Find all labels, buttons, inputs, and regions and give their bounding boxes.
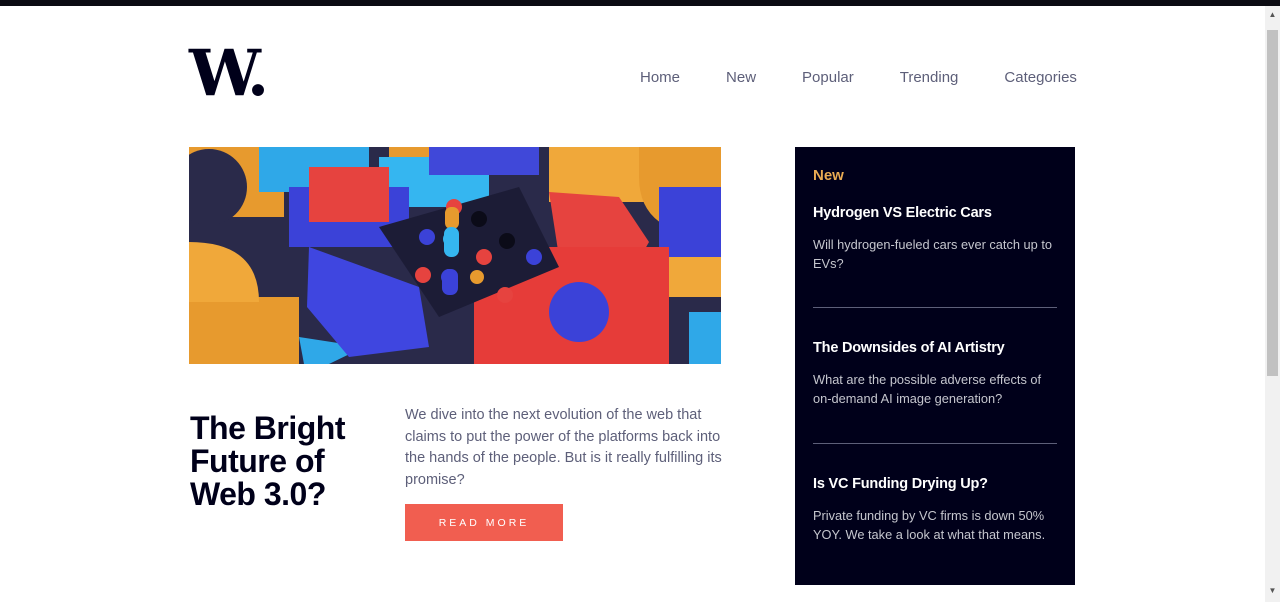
hero-image <box>189 147 721 364</box>
article-divider <box>813 443 1057 444</box>
read-more-button[interactable]: READ MORE <box>405 504 563 541</box>
article-summary: What are the possible adverse effects of… <box>813 372 1042 406</box>
nav-item-new[interactable]: New <box>726 69 756 86</box>
nav-item-trending[interactable]: Trending <box>900 69 959 86</box>
browser-top-edge <box>0 0 1280 6</box>
article-title[interactable]: Hydrogen VS Electric Cars <box>813 205 1057 221</box>
nav-item-popular[interactable]: Popular <box>802 69 854 86</box>
article-summary: Private funding by VC firms is down 50% … <box>813 508 1046 542</box>
site-logo[interactable]: W. <box>189 42 269 106</box>
scroll-down-arrow-icon[interactable]: ▼ <box>1265 584 1280 598</box>
article-title[interactable]: The Downsides of AI Artistry <box>813 340 1057 356</box>
article-divider <box>813 307 1057 308</box>
nav-item-home[interactable]: Home <box>640 69 680 86</box>
sidebar-article[interactable]: The Downsides of AI Artistry What are th… <box>813 340 1057 408</box>
new-articles-sidebar: New Hydrogen VS Electric Cars Will hydro… <box>795 147 1075 585</box>
sidebar-article[interactable]: Is VC Funding Drying Up? Private funding… <box>813 476 1057 544</box>
hero-summary: We dive into the next evolution of the w… <box>405 407 722 488</box>
sidebar-title: New <box>813 167 844 184</box>
sidebar-article[interactable]: Hydrogen VS Electric Cars Will hydrogen-… <box>813 205 1057 273</box>
main-nav: Home New Popular Trending Categories <box>640 69 1077 86</box>
article-title[interactable]: Is VC Funding Drying Up? <box>813 476 1057 492</box>
hero-title: The Bright Future of Web 3.0? <box>190 410 345 512</box>
scroll-up-arrow-icon[interactable]: ▲ <box>1265 8 1280 22</box>
scrollbar-thumb[interactable] <box>1267 30 1278 376</box>
nav-item-categories[interactable]: Categories <box>1004 69 1077 86</box>
article-summary: Will hydrogen-fueled cars ever catch up … <box>813 237 1052 271</box>
